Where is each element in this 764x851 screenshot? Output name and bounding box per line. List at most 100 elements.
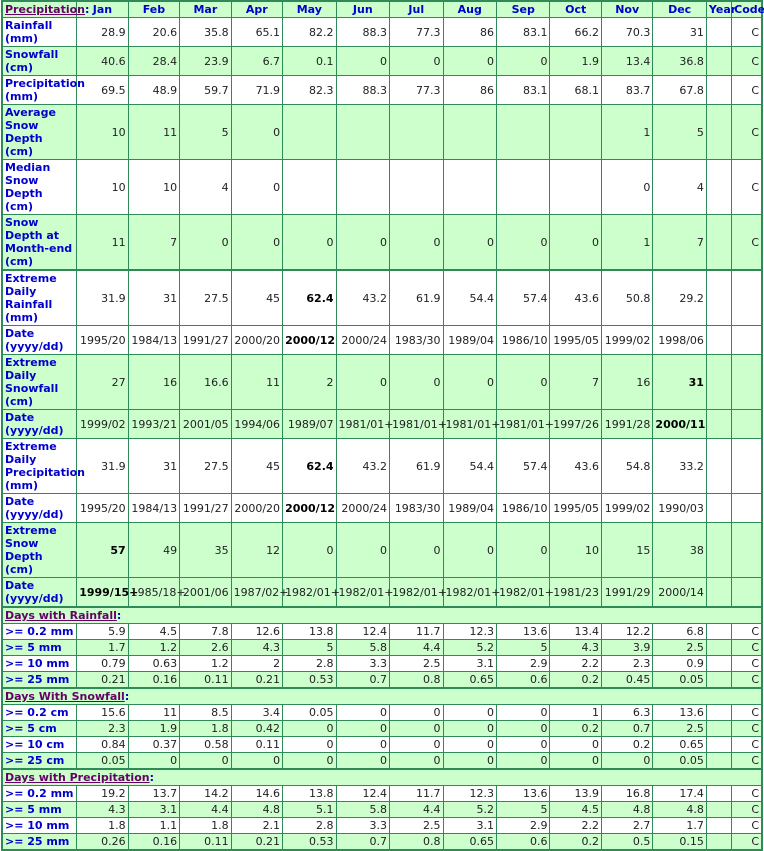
value-cell: 43.2	[335, 438, 391, 494]
year-cell	[705, 17, 733, 47]
value-cell: 15.6	[76, 704, 129, 721]
value-cell: 1995/05	[549, 493, 602, 523]
table-row: Precipitation (mm) 69.5 48.9 59.7 71.9 82.3 88…	[1, 75, 763, 105]
value-cell: 1999/02	[600, 325, 654, 355]
value-cell: 0.7	[335, 833, 391, 851]
value-cell: 2.5	[389, 817, 444, 834]
month-header: Apr	[230, 0, 284, 18]
year-cell	[705, 801, 733, 818]
value-cell: 59.7	[179, 75, 232, 105]
code-cell	[731, 493, 763, 523]
value-cell: 50.8	[600, 269, 654, 326]
row-label: >= 25 cm	[1, 752, 78, 770]
row-label: >= 10 cm	[1, 736, 78, 753]
value-cell: 3.9	[600, 639, 654, 656]
value-cell: 0	[389, 354, 444, 410]
value-cell: 10	[127, 159, 181, 215]
month-header: Mar	[179, 0, 232, 18]
value-cell: 2.3	[600, 655, 654, 672]
year-cell	[705, 269, 733, 326]
value-cell: 0.79	[76, 655, 129, 672]
value-cell: 1982/01+	[495, 577, 554, 608]
value-cell: 1.9	[127, 720, 181, 737]
year-cell	[705, 736, 733, 753]
table-row: >= 5 mm 1.7 1.2 2.6 4.3 5 5.8 4.4 5.2 5 4.3 3.9 2.5 C	[1, 639, 763, 656]
value-cell: 0	[389, 704, 444, 721]
value-cell: 31.9	[76, 269, 129, 326]
value-cell: 0.11	[230, 736, 284, 753]
month-header: Jun	[335, 0, 391, 18]
value-cell: 3.1	[442, 817, 498, 834]
value-cell: 1.7	[652, 817, 707, 834]
value-cell	[282, 104, 337, 160]
month-header: Jul	[389, 0, 444, 18]
value-cell: 2.6	[179, 639, 232, 656]
code-cell: C	[731, 736, 763, 753]
value-cell: 0.21	[76, 671, 129, 689]
value-cell: 0	[495, 736, 551, 753]
value-cell: 1981/01+	[335, 409, 393, 439]
value-cell: 0.2	[549, 833, 602, 851]
value-cell: 17.4	[652, 785, 707, 802]
value-cell: 1991/29	[600, 577, 654, 608]
row-label: >= 10 mm	[1, 655, 78, 672]
value-cell: 0	[495, 354, 551, 410]
value-cell: 0	[389, 752, 444, 770]
month-header: Oct	[549, 0, 602, 18]
year-cell	[705, 833, 733, 851]
section-title-link[interactable]: Days with Rainfall	[5, 609, 117, 622]
value-cell: 2.7	[600, 817, 654, 834]
code-cell: C	[731, 104, 763, 160]
value-cell: 16.8	[600, 785, 654, 802]
year-cell	[705, 623, 733, 640]
section-title-link[interactable]: Days With Snowfall	[5, 690, 125, 703]
value-cell: 4.3	[549, 639, 602, 656]
value-cell: 2.9	[495, 817, 551, 834]
value-cell: 57.4	[495, 438, 551, 494]
row-label: Median Snow Depth (cm)	[1, 159, 78, 215]
value-cell: 16.6	[179, 354, 232, 410]
row-label: Rainfall (mm)	[1, 17, 78, 47]
value-cell: 4.5	[127, 623, 181, 640]
value-cell: 1994/06	[230, 409, 284, 439]
table-row: Date (yyyy/dd) 1995/20 1984/13 1991/27 2000/…	[1, 493, 763, 523]
row-label: Snowfall (cm)	[1, 46, 78, 76]
value-cell: 2000/24	[335, 493, 391, 523]
value-cell: 1991/27	[179, 325, 232, 355]
value-cell: 82.2	[282, 17, 337, 47]
value-cell: 0.16	[127, 671, 181, 689]
code-cell	[731, 409, 763, 439]
year-cell	[705, 785, 733, 802]
year-cell	[705, 409, 733, 439]
year-cell	[705, 214, 733, 271]
table-row: Snowfall (cm) 40.6 28.4 23.9 6.7 0.1 0 0 0 0 1.9 13…	[1, 46, 763, 76]
value-cell: 0.1	[282, 46, 337, 76]
value-cell: 7	[549, 354, 602, 410]
value-cell: 13.6	[495, 623, 551, 640]
value-cell: 13.4	[549, 623, 602, 640]
value-cell: 31	[127, 438, 181, 494]
precipitation-section-link[interactable]: Precipitation	[5, 3, 85, 16]
value-cell: 11	[127, 704, 181, 721]
value-cell: 0	[389, 736, 444, 753]
month-header: Nov	[600, 0, 654, 18]
value-cell: 0.6	[495, 671, 551, 689]
value-cell	[389, 159, 444, 215]
value-cell: 4.3	[230, 639, 284, 656]
value-cell: 0	[335, 354, 391, 410]
table-row: Extreme Daily Precipitation (mm) 31.9 31 27…	[1, 438, 763, 494]
year-cell	[705, 671, 733, 689]
value-cell: 0.26	[76, 833, 129, 851]
code-cell: C	[731, 752, 763, 770]
value-cell: 66.2	[549, 17, 602, 47]
value-cell: 0	[495, 720, 551, 737]
value-cell: 1989/04	[442, 325, 498, 355]
value-cell: 1989/07	[282, 409, 337, 439]
value-cell	[389, 104, 444, 160]
value-cell	[495, 104, 551, 160]
value-cell	[549, 159, 602, 215]
value-cell: 13.8	[282, 785, 337, 802]
value-cell: 4.8	[600, 801, 654, 818]
value-cell: 27.5	[179, 438, 232, 494]
value-cell: 27	[76, 354, 129, 410]
